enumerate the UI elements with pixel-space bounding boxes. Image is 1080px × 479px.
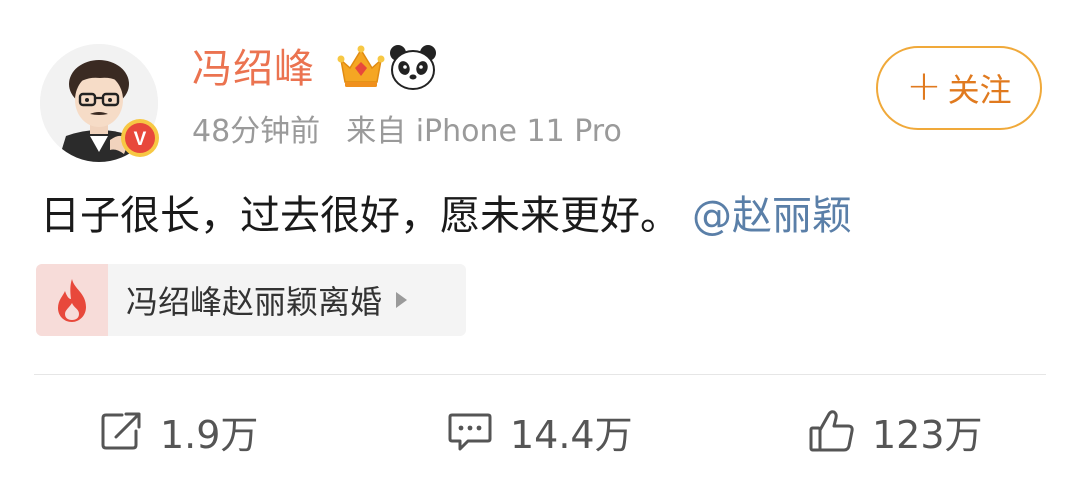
verified-badge-icon: V xyxy=(120,118,160,158)
weibo-post: V 冯绍峰 48分钟前 来自 iPhone 11 Pro + 关注 日子很长，过… xyxy=(0,0,1080,479)
post-meta: 48分钟前 来自 iPhone 11 Pro xyxy=(192,110,622,154)
share-icon xyxy=(101,412,141,450)
divider xyxy=(34,374,1046,375)
verified-badge-letter: V xyxy=(134,129,147,150)
share-button[interactable]: 1.9万 xyxy=(98,404,258,458)
follow-button-label: 关注 xyxy=(947,71,1012,109)
crown-icon[interactable] xyxy=(336,44,386,90)
chevron-right-icon xyxy=(396,292,408,308)
fire-icon xyxy=(58,279,86,322)
follow-button[interactable]: + 关注 xyxy=(876,46,1042,130)
post-content: 日子很长，过去很好，愿未来更好。 @赵丽颖 xyxy=(40,188,852,244)
thumbs-up-icon xyxy=(809,410,854,452)
panda-icon[interactable] xyxy=(388,43,438,91)
comment-button[interactable]: 14.4万 xyxy=(446,404,633,458)
mention-link[interactable]: @赵丽颖 xyxy=(692,193,852,239)
username[interactable]: 冯绍峰 xyxy=(192,42,315,96)
comment-icon xyxy=(448,413,492,451)
post-text: 日子很长，过去很好，愿未来更好。 xyxy=(40,193,680,239)
comment-count: 14.4万 xyxy=(510,412,633,457)
topic-icon-box xyxy=(36,264,108,336)
post-source: 来自 iPhone 11 Pro xyxy=(346,114,622,149)
like-button[interactable]: 123万 xyxy=(808,404,983,458)
topic-card[interactable]: 冯绍峰赵丽颖离婚 xyxy=(36,264,466,336)
like-count: 123万 xyxy=(872,412,983,457)
post-time: 48分钟前 xyxy=(192,114,321,149)
share-count: 1.9万 xyxy=(160,412,259,457)
plus-icon: + xyxy=(906,61,942,110)
topic-title: 冯绍峰赵丽颖离婚 xyxy=(126,283,383,321)
